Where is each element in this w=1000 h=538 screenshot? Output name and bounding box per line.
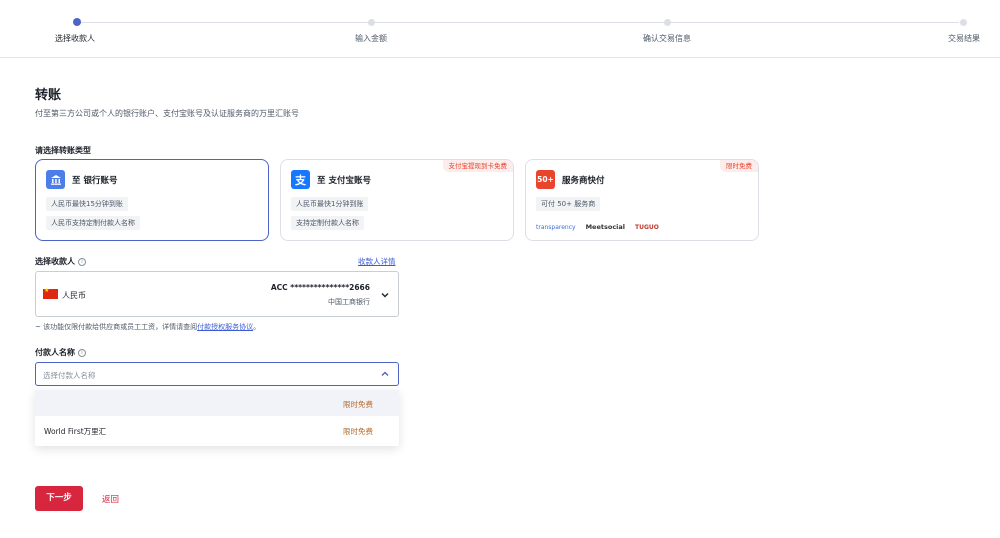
card-feature-chip: 人民币最快1分钟到账 — [291, 197, 369, 211]
page-title: 转账 — [35, 88, 62, 103]
next-button[interactable]: 下一步 — [35, 486, 83, 511]
payer-name-dropdown: 限时免费 World First万里汇 限时免费 — [35, 390, 399, 446]
payment-scope-note: ~ 该功能仅限付款给供应商或员工工资，详情请查阅付款授权服务协议。 — [35, 322, 260, 332]
step-dot — [368, 19, 375, 26]
transfer-type-alipay-card[interactable]: 支付宝提现到卡免费 支 至 支付宝账号 人民币最快1分钟到账 支持定制付款人名称 — [280, 159, 514, 241]
payee-currency: 人民币 — [62, 291, 86, 300]
option-name: World First万里汇 — [44, 427, 107, 436]
back-link[interactable]: 返回 — [102, 493, 119, 505]
payee-details-link[interactable]: 收款人详情 — [358, 256, 396, 267]
provider-logos: transparency Meetsocial TUGUO — [536, 223, 659, 231]
dropdown-option[interactable]: 限时免费 — [35, 390, 399, 416]
provider-icon: 50+ — [536, 170, 555, 189]
note-suffix: 。 — [253, 323, 261, 331]
transfer-type-provider-card[interactable]: 限时免费 50+ 服务商快付 可付 50+ 服务商 transparency M… — [525, 159, 759, 241]
step-connector — [375, 22, 664, 23]
provider-logo: Meetsocial — [585, 223, 626, 231]
info-icon[interactable]: i — [78, 257, 86, 266]
transfer-type-bank-card[interactable]: 至 银行账号 人民币最快15分钟到账 人民币支持定制付款人名称 — [35, 159, 269, 241]
authorization-agreement-link[interactable]: 付款授权服务协议 — [197, 323, 253, 331]
payer-name-placeholder: 选择付款人名称 — [43, 371, 96, 380]
chevron-up-icon[interactable] — [381, 370, 389, 378]
card-badge: 限时免费 — [720, 160, 758, 172]
provider-logo: transparency — [536, 223, 576, 231]
payee-select[interactable]: 人民币 ACC ***************2666 中国工商银行 — [35, 271, 399, 317]
chevron-down-icon[interactable] — [381, 291, 389, 299]
step-label-result: 交易结果 — [948, 34, 980, 43]
card-feature-chip: 人民币支持定制付款人名称 — [46, 216, 140, 230]
card-feature-chip: 支持定制付款人名称 — [291, 216, 364, 230]
payer-name-select[interactable]: 选择付款人名称 — [35, 362, 399, 386]
provider-logo: TUGUO — [635, 223, 659, 231]
payee-account-number: ACC ***************2666 — [270, 283, 370, 292]
card-title: 至 支付宝账号 — [317, 176, 371, 186]
page-subtitle: 付至第三方公司或个人的银行账户、支付宝账号及认证服务商的万里汇账号 — [35, 109, 299, 118]
payee-label: 选择收款人 i — [35, 256, 86, 267]
payee-bank-name: 中国工商银行 — [328, 298, 370, 306]
dropdown-option[interactable]: World First万里汇 限时免费 — [35, 417, 399, 443]
step-dot — [960, 19, 967, 26]
step-dot — [664, 19, 671, 26]
step-label-amount: 输入金额 — [355, 34, 387, 43]
card-badge: 支付宝提现到卡免费 — [442, 160, 513, 172]
info-icon[interactable]: i — [78, 348, 86, 357]
transfer-type-label: 请选择转账类型 — [35, 146, 91, 155]
step-connector — [80, 22, 369, 23]
option-free-tag: 限时免费 — [343, 400, 373, 409]
card-title: 服务商快付 — [562, 176, 605, 186]
step-dot-active — [73, 18, 81, 26]
progress-steps: 选择收款人 输入金额 确认交易信息 交易结果 — [0, 0, 1000, 58]
note-text: ~ 该功能仅限付款给供应商或员工工资，详情请查阅 — [35, 323, 198, 331]
alipay-icon: 支 — [291, 170, 310, 189]
payer-label: 付款人名称 i — [35, 347, 86, 358]
card-feature-chip: 人民币最快15分钟到账 — [46, 197, 128, 211]
step-label-select-payee: 选择收款人 — [55, 34, 95, 43]
bank-icon — [46, 170, 65, 189]
payer-label-text: 付款人名称 — [35, 348, 75, 357]
payee-label-text: 选择收款人 — [35, 257, 75, 266]
card-title: 至 银行账号 — [72, 176, 118, 186]
step-connector — [670, 22, 959, 23]
option-free-tag: 限时免费 — [343, 427, 373, 436]
china-flag-icon — [43, 287, 58, 299]
card-feature-chip: 可付 50+ 服务商 — [536, 197, 601, 211]
step-label-confirm: 确认交易信息 — [643, 34, 691, 43]
